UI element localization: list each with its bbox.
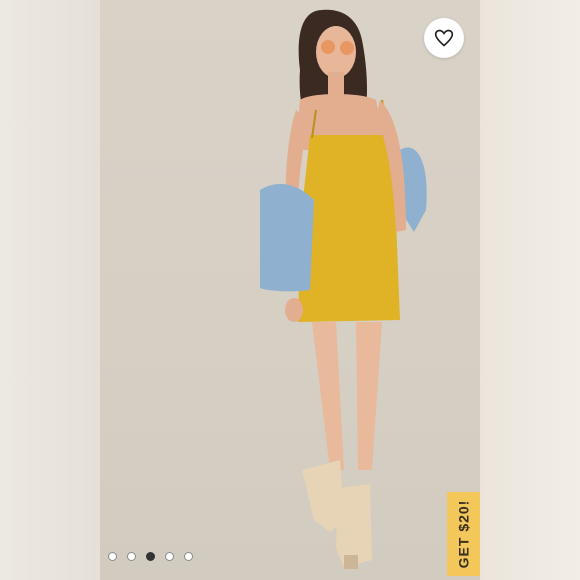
carousel-dot[interactable]	[184, 552, 193, 561]
left-backdrop	[0, 0, 100, 580]
right-backdrop	[480, 0, 580, 580]
carousel-dot[interactable]	[165, 552, 174, 561]
carousel-indicators	[108, 552, 193, 561]
promo-tag[interactable]: GET $20!	[447, 492, 480, 576]
carousel-dot[interactable]	[127, 552, 136, 561]
carousel-dot[interactable]	[108, 552, 117, 561]
heart-icon	[434, 29, 454, 47]
promo-label: GET $20!	[455, 499, 472, 569]
model-illustration	[260, 9, 427, 569]
carousel-dot-active[interactable]	[146, 552, 155, 561]
product-photo[interactable]	[100, 0, 480, 580]
favorite-button[interactable]	[424, 18, 464, 58]
